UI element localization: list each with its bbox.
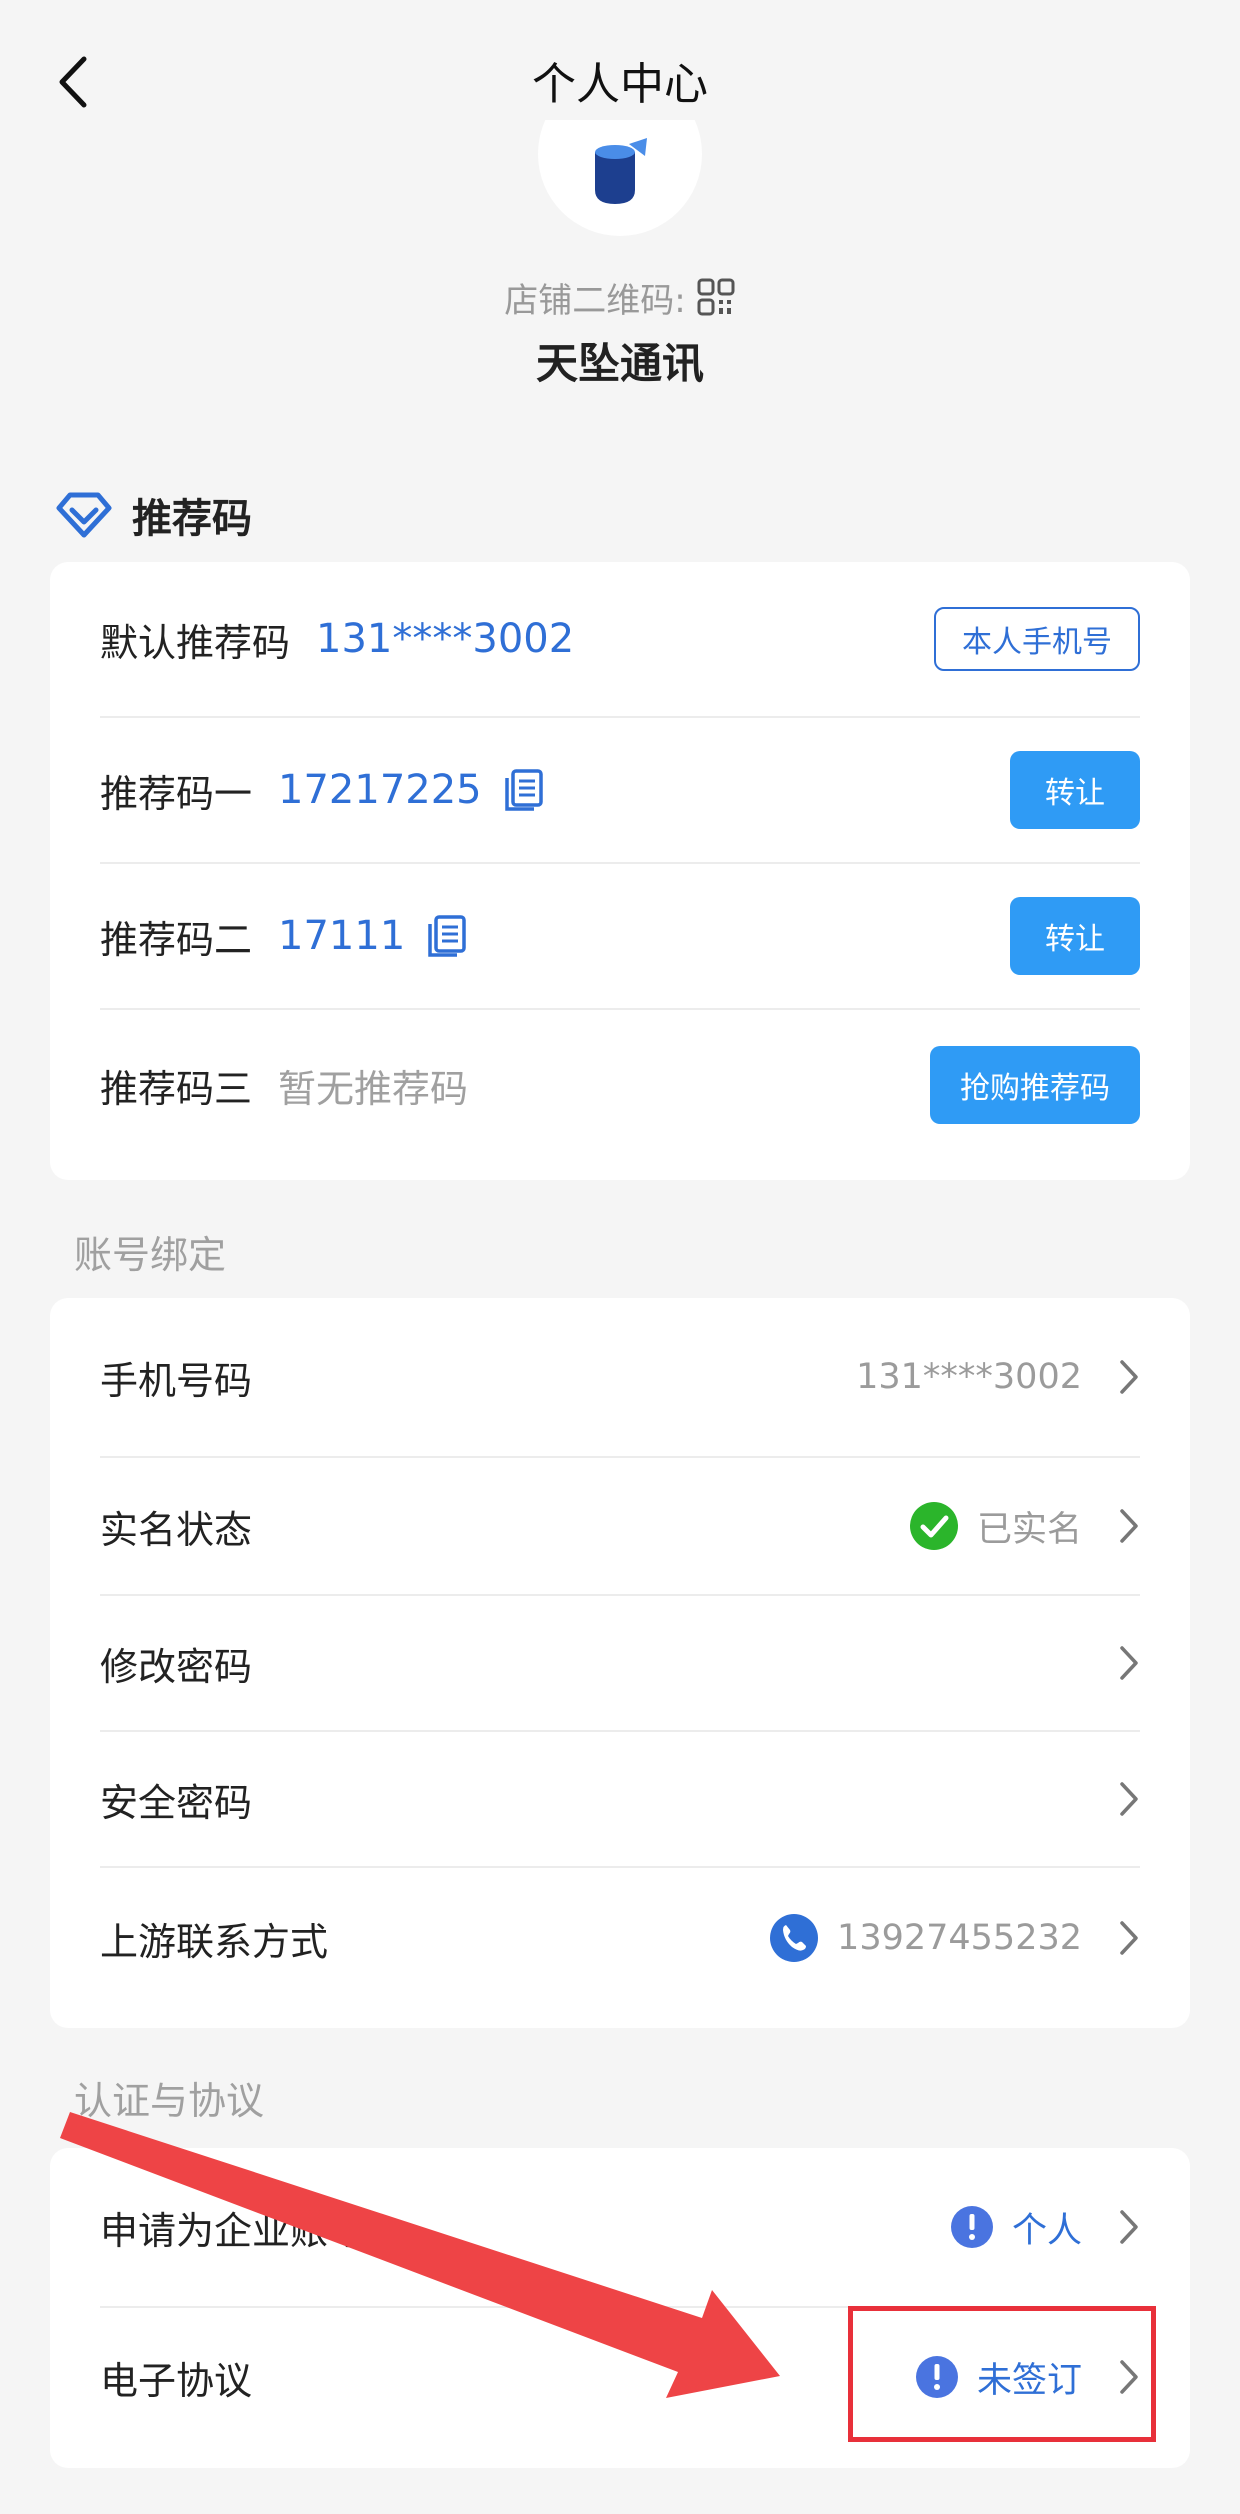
referral-row-3: 推荐码三 暂无推荐码 抢购推荐码	[100, 1010, 1140, 1160]
enterprise-account-value: 个人	[1011, 2210, 1082, 2251]
referral-label: 默认推荐码	[100, 620, 291, 665]
annotation-highlight-box	[848, 2306, 1156, 2442]
chevron-right-icon	[1118, 1780, 1140, 1818]
realname-status-row[interactable]: 实名状态 已实名	[100, 1458, 1140, 1596]
buy-referral-code-button[interactable]: 抢购推荐码	[930, 1046, 1140, 1124]
transfer-button[interactable]: 转让	[1010, 751, 1140, 829]
referral-code-value: 131****3002	[316, 616, 575, 662]
certification-group-title: 认证与协议	[74, 2079, 265, 2123]
copy-icon[interactable]	[504, 768, 544, 812]
page-title: 个人中心	[532, 59, 708, 110]
shop-qr-row[interactable]: 店铺二维码:	[0, 272, 1240, 322]
chevron-right-icon	[1118, 1507, 1140, 1545]
row-label: 申请为企业账号	[100, 2208, 367, 2253]
own-phone-button[interactable]: 本人手机号	[934, 607, 1140, 671]
row-label: 上游联系方式	[100, 1919, 329, 1964]
chevron-right-icon	[1118, 1358, 1140, 1396]
chevron-right-icon	[1118, 1919, 1140, 1957]
referral-label: 推荐码三	[100, 1066, 253, 1111]
realname-status-value: 已实名	[976, 1509, 1082, 1550]
referral-label: 推荐码二	[100, 917, 253, 962]
avatar[interactable]	[538, 120, 702, 236]
security-password-row[interactable]: 安全密码	[100, 1732, 1140, 1868]
referral-code-value: 17217225	[278, 767, 482, 813]
phone-number-value: 131****3002	[856, 1357, 1082, 1397]
verified-check-icon	[909, 1501, 959, 1551]
account-card: 手机号码 131****3002 实名状态 已实名 修改密码 安全密码 上游联系…	[50, 1298, 1190, 2028]
row-label: 电子协议	[100, 2358, 253, 2403]
exclamation-icon	[950, 2205, 994, 2249]
referral-code-empty: 暂无推荐码	[278, 1066, 469, 1111]
phone-number-row[interactable]: 手机号码 131****3002	[100, 1298, 1140, 1458]
upstream-contact-value: 13927455232	[837, 1918, 1082, 1958]
chevron-right-icon	[1118, 1644, 1140, 1682]
referral-label: 推荐码一	[100, 771, 253, 816]
copy-icon[interactable]	[427, 914, 467, 958]
change-password-row[interactable]: 修改密码	[100, 1596, 1140, 1732]
row-label: 实名状态	[100, 1507, 253, 1552]
chevron-right-icon	[1118, 2208, 1140, 2246]
diamond-icon	[56, 492, 112, 538]
phone-icon[interactable]	[769, 1913, 819, 1963]
referral-row-1: 推荐码一 17217225 转让	[100, 718, 1140, 864]
referral-section-title: 推荐码	[132, 496, 252, 542]
shop-logo-icon	[595, 138, 647, 204]
account-group-title: 账号绑定	[74, 1233, 227, 1277]
transfer-button[interactable]: 转让	[1010, 897, 1140, 975]
qr-label: 店铺二维码:	[504, 280, 686, 321]
upstream-contact-row[interactable]: 上游联系方式 13927455232	[100, 1868, 1140, 2008]
enterprise-account-row[interactable]: 申请为企业账号 个人	[100, 2148, 1140, 2308]
referral-code-value: 17111	[278, 913, 406, 959]
referral-card: 默认推荐码 131****3002 本人手机号 推荐码一 17217225 转让…	[50, 562, 1190, 1180]
referral-section-header: 推荐码	[56, 480, 252, 550]
row-label: 安全密码	[100, 1780, 253, 1825]
shop-name: 天坠通讯	[535, 339, 704, 388]
row-label: 修改密码	[100, 1644, 253, 1689]
referral-row-default: 默认推荐码 131****3002 本人手机号	[100, 562, 1140, 718]
row-label: 手机号码	[100, 1358, 253, 1403]
referral-row-2: 推荐码二 17111 转让	[100, 864, 1140, 1010]
qr-code-icon[interactable]	[696, 277, 736, 317]
